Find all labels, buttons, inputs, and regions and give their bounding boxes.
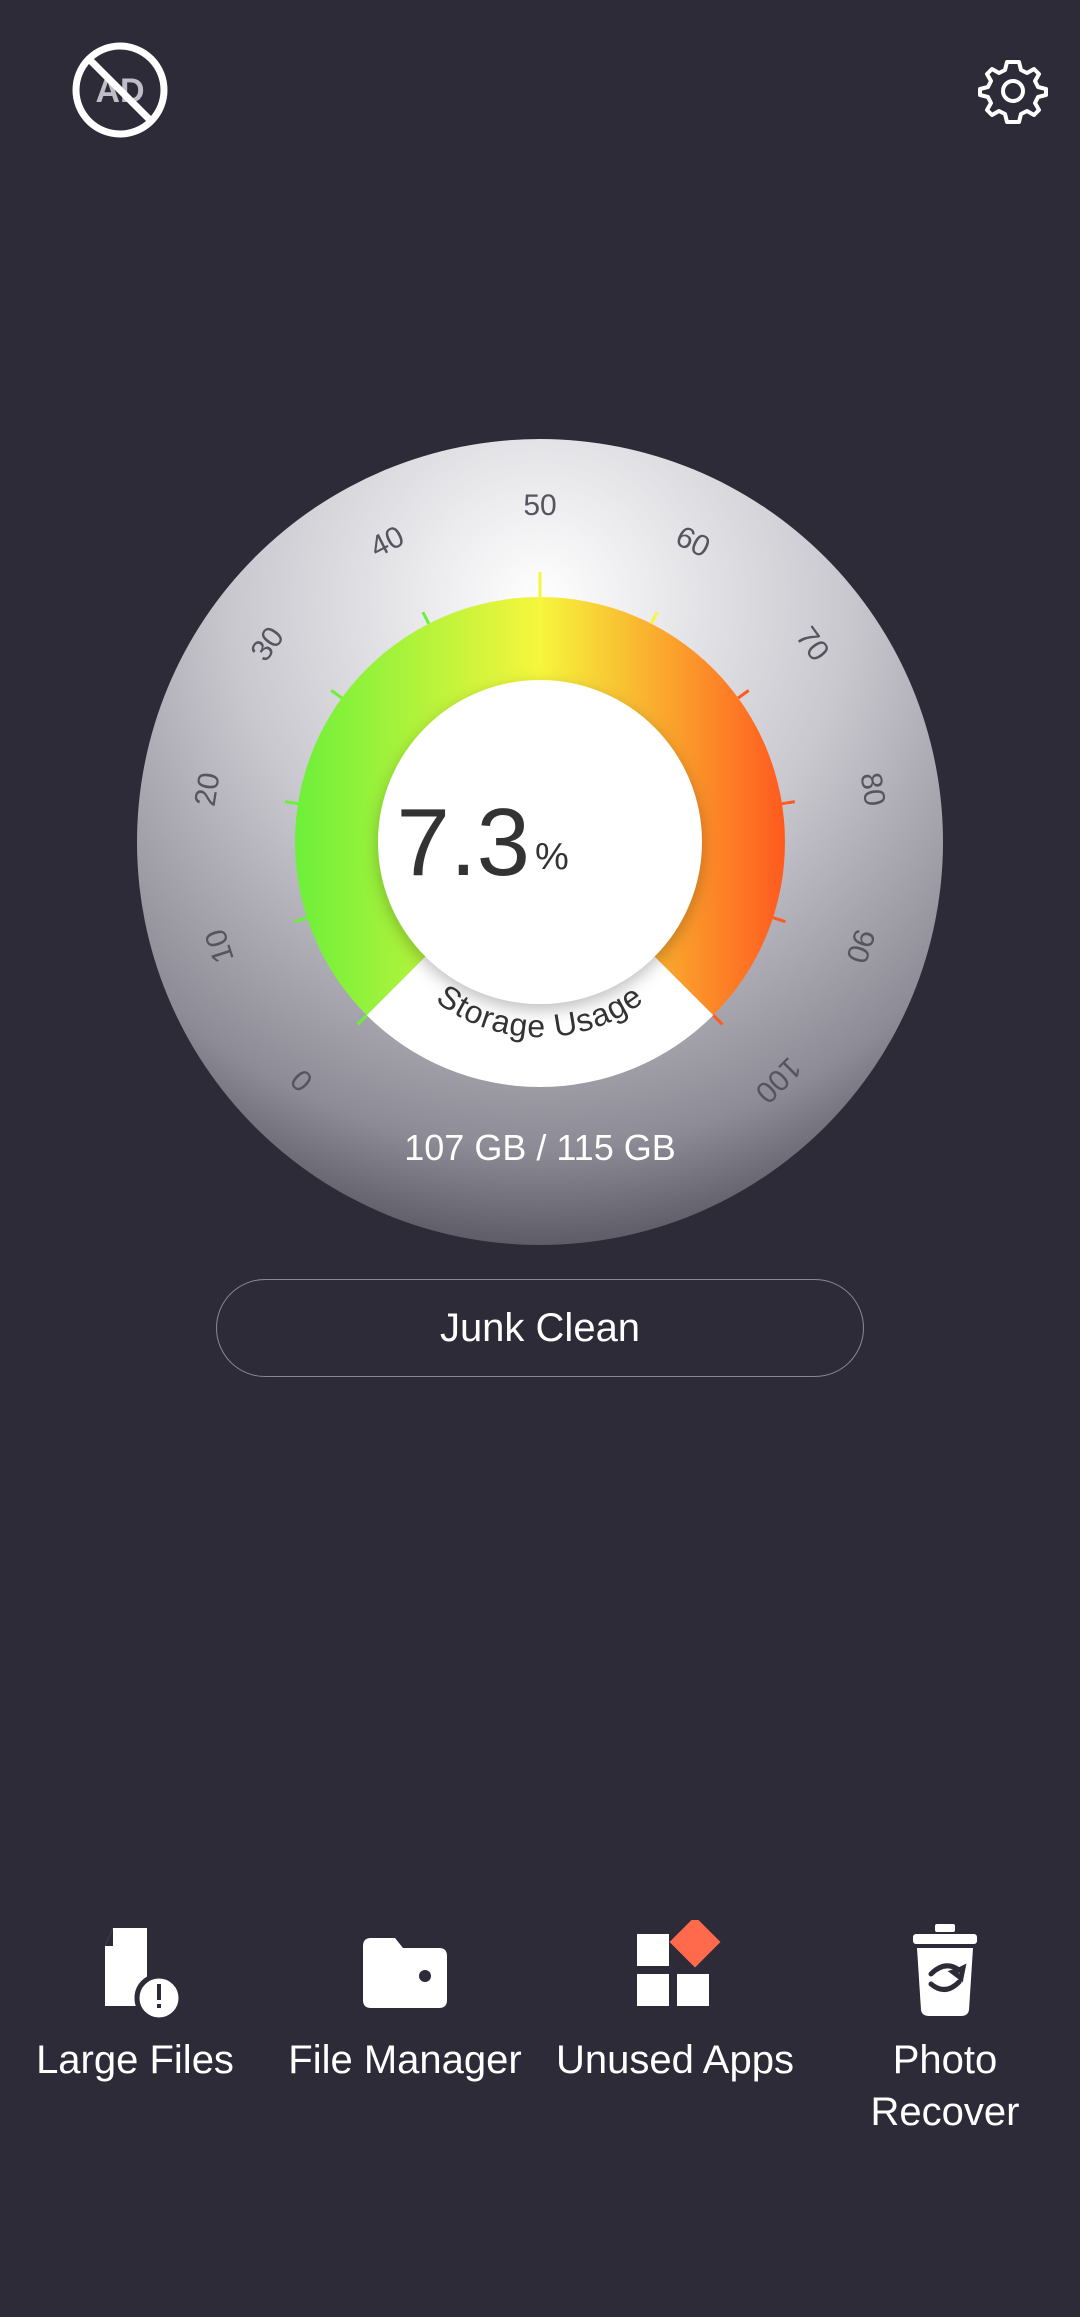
storage-gauge: 0102030405060708090100 Storage Usage 7.3… bbox=[137, 439, 943, 1245]
gear-icon[interactable] bbox=[978, 56, 1048, 126]
usage-percent-unit: % bbox=[535, 836, 569, 878]
tool-label: Large Files bbox=[36, 2038, 234, 2082]
storage-amount: 107 GB / 115 GB bbox=[404, 1127, 676, 1168]
tool-large-files[interactable]: Large Files bbox=[0, 1920, 270, 2086]
unused-apps-icon bbox=[637, 1920, 721, 2006]
tool-label: Photo Recover bbox=[870, 2038, 1020, 2134]
junk-clean-button[interactable]: Junk Clean bbox=[216, 1279, 864, 1377]
tool-label: Unused Apps bbox=[556, 2038, 794, 2082]
large-files-icon bbox=[105, 1928, 184, 2020]
tool-file-manager[interactable]: File Manager bbox=[270, 1920, 540, 2086]
trash-recover-icon bbox=[913, 1924, 977, 2016]
folder-icon bbox=[363, 1938, 447, 2008]
tool-label: File Manager bbox=[288, 2038, 522, 2082]
tool-photo-recover[interactable]: Photo Recover bbox=[810, 1920, 1080, 2138]
gauge-tick bbox=[284, 800, 299, 806]
usage-percent-value: 7.3 bbox=[397, 789, 530, 896]
gauge-tick bbox=[781, 800, 796, 806]
no-ads-icon[interactable]: AD bbox=[70, 40, 170, 140]
gauge-tick-label: 20 bbox=[189, 770, 227, 808]
gauge-tick-label: 80 bbox=[854, 770, 892, 808]
tool-unused-apps[interactable]: Unused Apps bbox=[540, 1920, 810, 2086]
gauge-tick-label: 50 bbox=[523, 489, 556, 522]
